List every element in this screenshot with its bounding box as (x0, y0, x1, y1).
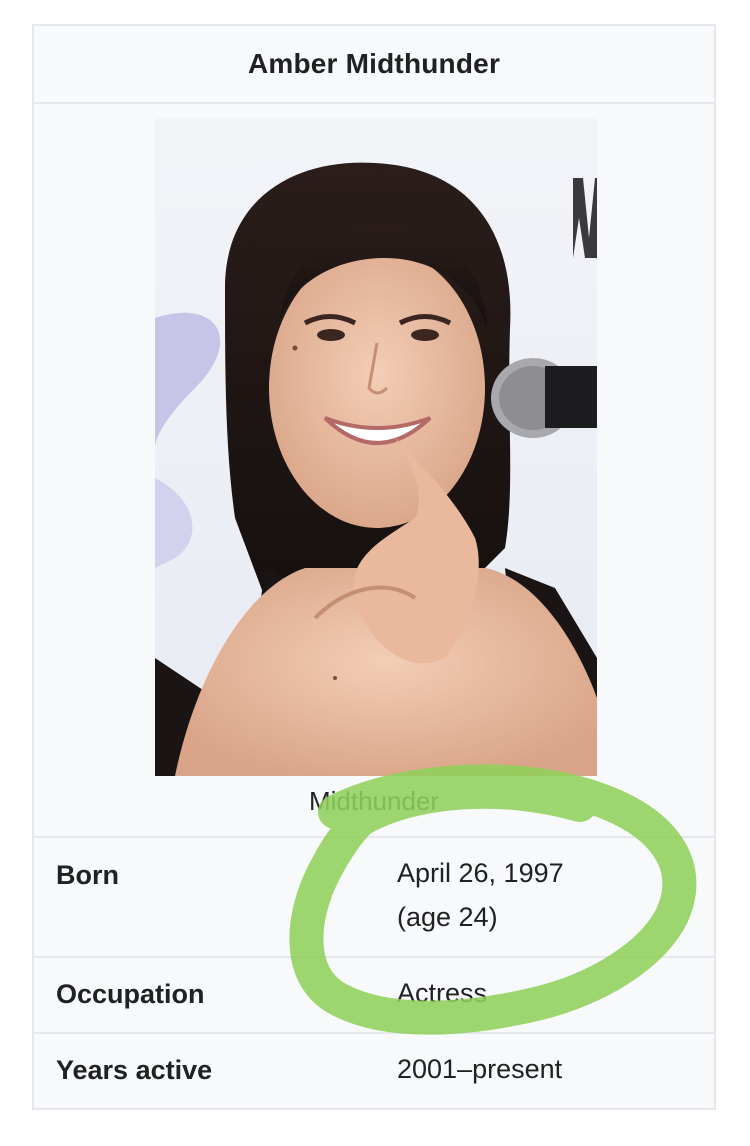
infobox-title: Amber Midthunder (34, 26, 714, 104)
age: (age 24) (397, 902, 498, 932)
birth-date: April 26, 1997 (397, 858, 564, 888)
infobox-row-occupation: Occupation Actress (34, 958, 714, 1034)
years-active-value: 2001–present (397, 1054, 563, 1084)
born-value: April 26, 1997 (age 24) (397, 851, 564, 939)
born-label: Born (56, 860, 119, 890)
image-caption: Midthunder (308, 786, 440, 816)
infobox-row-years-active: Years active 2001–present (34, 1034, 714, 1110)
infobox-row-born: Born April 26, 1997 (age 24) (34, 836, 714, 958)
occupation-label: Occupation (56, 979, 205, 1009)
portrait-photo[interactable] (155, 118, 597, 776)
infobox-image-cell: Midthunder (34, 102, 714, 838)
years-active-label: Years active (56, 1055, 213, 1085)
infobox: Amber Midthunder Midthunder Born April 2… (32, 24, 716, 1110)
occupation-value: Actress (397, 978, 488, 1008)
